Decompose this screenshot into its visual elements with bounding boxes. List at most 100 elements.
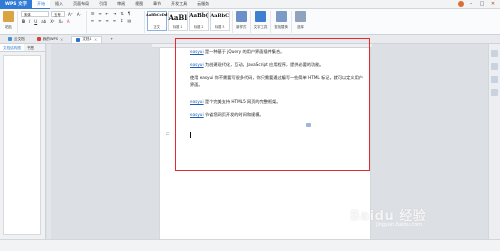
find-replace-label: 查找替换 <box>274 25 288 29</box>
app-menu-button[interactable]: WPS 文字 <box>0 0 33 9</box>
new-style-label: 新样式 <box>236 25 247 29</box>
menu-tab-review[interactable]: 审阅 <box>112 0 130 9</box>
menu-bar: WPS 文字 开始 插入 页面布局 引用 审阅 视图 章节 开发工具 云服务 –… <box>0 0 500 9</box>
tab-cloud-docs[interactable]: 云文档 <box>4 36 29 43</box>
tab-my-wps[interactable]: 我的WPS × <box>33 36 68 43</box>
paragraph-mark-icon: ⊏ <box>166 131 170 136</box>
menu-tab-label: 插入 <box>55 1 64 6</box>
strikethrough-icon[interactable]: ab <box>40 19 47 24</box>
new-style-icon[interactable] <box>235 11 247 22</box>
status-bar <box>0 239 500 251</box>
plus-icon: + <box>110 37 114 41</box>
paste-label: 粘贴 <box>5 25 12 29</box>
style-heading-3[interactable]: AaBbC 标题 3 <box>209 11 230 31</box>
menu-tab-insert[interactable]: 插入 <box>50 0 68 9</box>
avatar[interactable] <box>458 1 464 7</box>
align-right-icon[interactable]: ≡ <box>104 18 109 23</box>
tab-document-map[interactable]: 文档结构图 <box>0 44 24 51</box>
shrink-font-icon[interactable]: A⁻ <box>76 12 83 17</box>
tab-document-1[interactable]: 文档1 × <box>71 35 103 43</box>
italic-icon[interactable]: I <box>28 19 31 24</box>
styles-gallery: AaBbCcDd 正文 AaBl 标题 1 AaBb( 标题 2 AaBbC 标… <box>145 11 233 33</box>
increase-indent-icon[interactable]: ⇥ <box>112 11 117 16</box>
navigation-pane: 文档结构图 书签 <box>0 44 46 239</box>
line-spacing-icon[interactable]: ↕ <box>119 18 124 23</box>
menu-tab-label: 页面布局 <box>73 1 90 6</box>
new-style-group: 新样式 <box>233 11 251 33</box>
sidebar-tool-icon[interactable] <box>491 89 498 96</box>
paste-icon[interactable] <box>3 11 14 22</box>
justify-icon[interactable]: ≡ <box>112 18 117 23</box>
find-replace-icon[interactable] <box>275 11 287 22</box>
menu-tab-label: 云服务 <box>197 1 210 6</box>
shading-icon[interactable]: ▤ <box>127 18 133 23</box>
ribbon-toolbar: 粘贴 宋体 五号 A⁺ A⁻ B I U ab X² X₂ A ☰ ≡ ⇤ ⇥ … <box>0 9 500 35</box>
sort-icon[interactable]: ⇅ <box>119 11 124 16</box>
menu-tab-cloud[interactable]: 云服务 <box>192 0 214 9</box>
style-name: 标题 1 <box>173 25 183 29</box>
menu-tab-developer[interactable]: 开发工具 <box>166 0 192 9</box>
bold-icon[interactable]: B <box>21 19 26 24</box>
bullets-icon[interactable]: ☰ <box>90 11 96 16</box>
document-icon <box>76 37 81 42</box>
font-size-select[interactable]: 五号 <box>51 11 65 17</box>
vertical-ruler[interactable] <box>47 44 51 239</box>
menu-tab-section[interactable]: 章节 <box>148 0 166 9</box>
annotation-highlight-box <box>175 38 370 171</box>
menu-tab-layout[interactable]: 页面布局 <box>68 0 94 9</box>
close-icon[interactable]: ✕ <box>489 1 497 8</box>
watermark-url: jingyan.baidu.com <box>376 222 423 228</box>
superscript-icon[interactable]: X² <box>49 19 55 24</box>
style-sample: AaBbC <box>210 13 230 19</box>
find-replace-group: 查找替换 <box>271 11 292 33</box>
text-tools-icon[interactable] <box>255 11 266 22</box>
menu-tab-view[interactable]: 视图 <box>130 0 148 9</box>
menu-tab-label: 引用 <box>99 1 108 6</box>
select-label: 选择 <box>296 25 304 29</box>
new-tab-button[interactable]: + <box>106 36 117 43</box>
font-name-select[interactable]: 宋体 <box>21 11 49 17</box>
sidebar-tool-icon[interactable] <box>491 50 498 57</box>
right-sidebar <box>488 44 500 239</box>
select-icon[interactable] <box>294 11 306 22</box>
menu-tab-label: 章节 <box>153 1 162 6</box>
menu-tab-label: 审阅 <box>117 1 126 6</box>
font-group: 宋体 五号 A⁺ A⁻ B I U ab X² X₂ A <box>18 11 87 33</box>
close-icon[interactable]: × <box>94 37 97 42</box>
style-heading-2[interactable]: AaBb( 标题 2 <box>188 11 209 31</box>
style-normal[interactable]: AaBbCcDd 正文 <box>146 11 167 31</box>
grow-font-icon[interactable]: A⁺ <box>67 12 74 17</box>
text-tools-label: 文字工具 <box>253 25 268 29</box>
maximize-icon[interactable]: □ <box>478 1 486 8</box>
nav-tab-label: 文档结构图 <box>3 46 21 50</box>
minimize-icon[interactable]: – <box>467 1 475 8</box>
tab-bookmarks[interactable]: 书签 <box>24 44 37 51</box>
app-menu-label: WPS 文字 <box>5 2 28 7</box>
navigation-tree[interactable] <box>3 55 41 235</box>
font-color-icon[interactable]: A <box>66 19 71 24</box>
underline-icon[interactable]: U <box>33 19 38 24</box>
wps-icon <box>36 37 41 41</box>
tab-label: 文档1 <box>82 37 92 41</box>
tab-label: 云文档 <box>14 36 25 41</box>
text-tools-group: 文字工具 <box>251 11 272 33</box>
align-left-icon[interactable]: ≡ <box>90 18 95 23</box>
subscript-icon[interactable]: X₂ <box>58 19 64 24</box>
sidebar-tool-icon[interactable] <box>491 63 498 70</box>
menu-tab-label: 开发工具 <box>171 1 188 6</box>
paste-group: 粘贴 <box>0 11 18 33</box>
style-name: 标题 3 <box>215 25 225 29</box>
numbering-icon[interactable]: ≡ <box>97 11 102 16</box>
cloud-icon <box>8 37 12 41</box>
menu-tab-label: 视图 <box>135 1 144 6</box>
sidebar-tool-icon[interactable] <box>491 76 498 83</box>
align-center-icon[interactable]: ≡ <box>97 18 102 23</box>
menu-tab-references[interactable]: 引用 <box>94 0 112 9</box>
style-heading-1[interactable]: AaBl 标题 1 <box>167 11 188 31</box>
show-marks-icon[interactable]: ¶ <box>127 11 132 16</box>
close-icon[interactable]: × <box>60 37 63 42</box>
decrease-indent-icon[interactable]: ⇤ <box>105 11 110 16</box>
menu-tab-home[interactable]: 开始 <box>32 0 51 9</box>
nav-tab-label: 书签 <box>26 46 35 50</box>
select-group: 选择 <box>292 11 309 33</box>
